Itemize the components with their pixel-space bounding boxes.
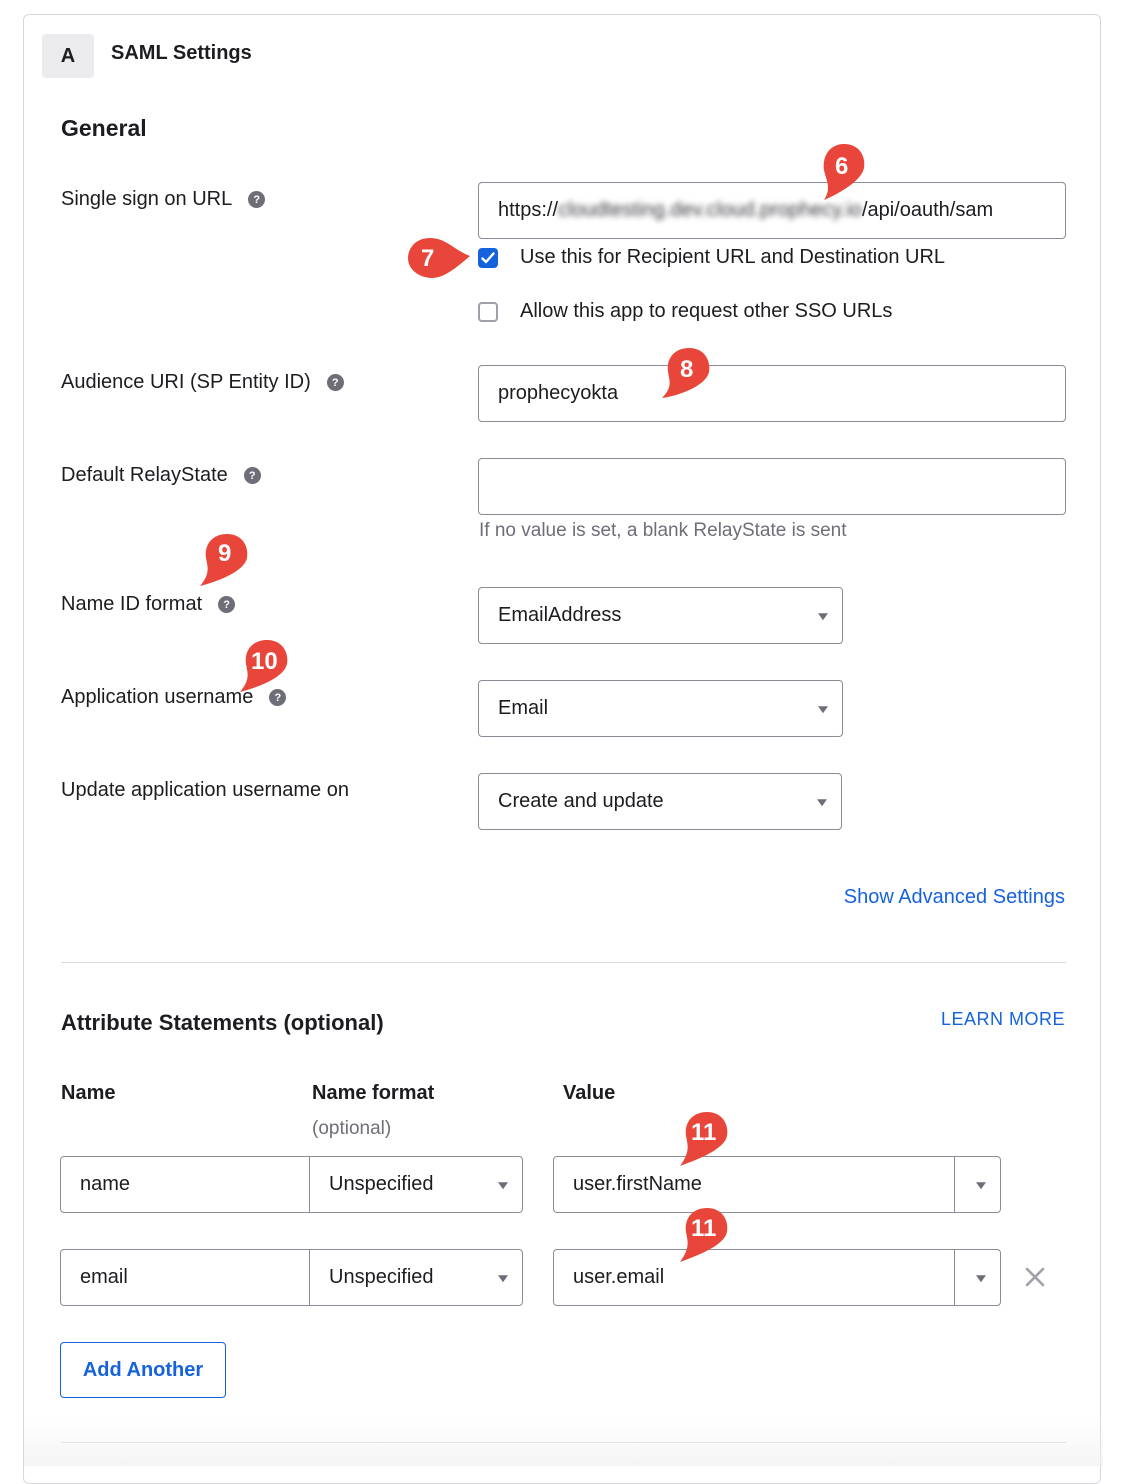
caret-down-icon [976,1274,986,1282]
annotation-number: 8 [680,356,694,383]
annotation-marker-6: 6 [816,140,880,210]
learn-more-link[interactable]: LEARN MORE [941,1009,1065,1030]
annotation-marker-11: 11 [676,1108,740,1178]
attribute-name-value: email [80,1266,128,1288]
sso-url-suffix: /api/oauth/sam [861,199,994,221]
recipient-url-checkbox-label: Use this for Recipient URL and Destinati… [520,246,946,268]
sso-url-input[interactable]: https://cloudtesting.dev.cloud.prophecy.… [478,182,1066,239]
bottom-fade [24,1420,1103,1466]
annotation-number: 11 [691,1119,717,1146]
audience-uri-label-text: Audience URI (SP Entity ID) [61,371,311,393]
other-sso-checkbox-row[interactable]: Allow this app to request other SSO URLs [478,300,892,323]
annotation-marker-7: 7 [404,234,470,304]
annotation-marker-10: 10 [236,636,300,706]
column-header-name-format-optional: (optional) [312,1118,392,1139]
name-id-format-selected: EmailAddress [498,604,622,626]
attribute-value-text: user.email [573,1266,665,1288]
caret-down-icon [498,1181,508,1189]
attribute-statements-heading: Attribute Statements (optional) [61,1010,384,1035]
audience-uri-input[interactable]: prophecyokta [478,365,1066,422]
annotation-number: 10 [251,648,278,675]
section-title: SAML Settings [111,42,252,64]
annotation-number: 7 [421,245,435,272]
help-icon[interactable]: ? [326,374,344,391]
step-badge: A [42,34,94,78]
recipient-url-checkbox-row[interactable]: Use this for Recipient URL and Destinati… [478,246,945,269]
annotation-number: 11 [691,1215,717,1242]
annotation-marker-8: 8 [658,344,722,414]
checkmark-icon [481,251,495,263]
update-username-select[interactable]: Create and update [478,773,842,830]
sso-url-prefix: https:// [498,199,559,221]
annotation-number: 9 [218,540,232,567]
column-header-value: Value [563,1082,616,1104]
name-id-format-label-text: Name ID format [61,593,203,615]
caret-down-icon [976,1181,986,1189]
update-username-selected: Create and update [498,790,664,812]
sso-url-label: Single sign on URL ? [61,188,266,211]
add-another-button[interactable]: Add Another [60,1342,226,1398]
help-icon[interactable]: ? [248,191,266,208]
value-dropdown-button[interactable] [954,1250,1000,1305]
column-header-name-format: Name format [312,1082,435,1104]
app-username-select[interactable]: Email [478,680,843,737]
update-username-label: Update application username on [61,779,349,802]
value-dropdown-button[interactable] [954,1157,1000,1212]
audience-uri-value: prophecyokta [498,382,619,404]
general-heading: General [61,115,147,141]
update-username-label-text: Update application username on [61,779,349,801]
help-icon[interactable]: ? [243,467,261,484]
attribute-format-selected: Unspecified [329,1173,434,1195]
attribute-value-input[interactable]: user.firstName [553,1156,1001,1213]
column-header-name: Name [61,1082,116,1104]
checkbox-checked[interactable] [478,247,498,268]
attribute-value-input[interactable]: user.email [553,1249,1001,1306]
section-divider [61,962,1066,963]
attribute-format-selected: Unspecified [329,1266,434,1288]
annotation-number: 6 [835,153,849,180]
relay-state-input[interactable] [478,458,1066,515]
caret-down-icon [818,612,828,620]
name-id-format-select[interactable]: EmailAddress [478,587,843,644]
checkbox-unchecked[interactable] [478,301,498,322]
relay-state-label-text: Default RelayState [61,464,228,486]
attribute-name-input[interactable]: email [60,1249,310,1306]
attribute-name-input[interactable]: name [60,1156,310,1213]
audience-uri-label: Audience URI (SP Entity ID) ? [61,371,344,394]
relay-state-hint: If no value is set, a blank RelayState i… [479,520,847,541]
attribute-name-value: name [80,1173,131,1195]
annotation-marker-11: 11 [676,1204,740,1274]
other-sso-checkbox-label: Allow this app to request other SSO URLs [520,300,893,322]
app-username-selected: Email [498,697,549,719]
caret-down-icon [817,798,827,806]
relay-state-label: Default RelayState ? [61,464,261,487]
app-username-label-text: Application username [61,686,254,708]
remove-row-close-icon[interactable] [1024,1266,1046,1288]
show-advanced-settings-link[interactable]: Show Advanced Settings [844,886,1065,909]
attribute-format-select[interactable]: Unspecified [309,1249,523,1306]
caret-down-icon [498,1274,508,1282]
caret-down-icon [818,705,828,713]
annotation-marker-9: 9 [196,530,260,600]
sso-url-label-text: Single sign on URL [61,188,233,210]
attribute-format-select[interactable]: Unspecified [309,1156,523,1213]
